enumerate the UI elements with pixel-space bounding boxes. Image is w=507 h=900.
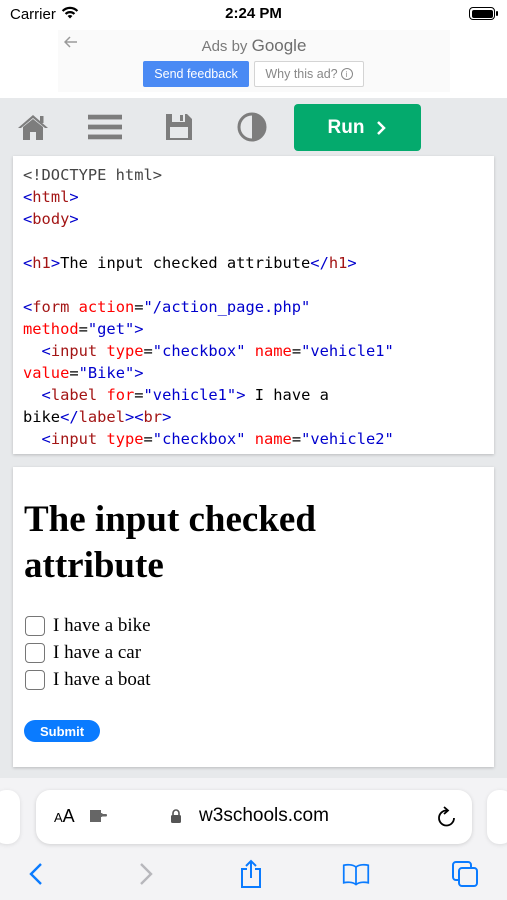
code-line: <input type="checkbox" name="vehicle2"	[41, 430, 394, 448]
code-line: <html>	[23, 188, 79, 206]
code-line: <input type="checkbox" name="vehicle1"	[41, 342, 394, 360]
run-button[interactable]: Run	[294, 104, 421, 151]
checkbox-box[interactable]	[25, 643, 45, 663]
checkbox-box[interactable]	[25, 670, 45, 690]
bookmarks-icon[interactable]	[342, 860, 370, 888]
result-heading: The input checked attribute	[24, 499, 316, 586]
code-line: <h1>The input checked attribute</h1>	[23, 254, 357, 272]
home-icon[interactable]	[16, 110, 50, 144]
save-icon[interactable]	[162, 110, 196, 144]
checkbox-label[interactable]: I have a car	[53, 642, 141, 664]
code-line: <form action="/action_page.php"	[23, 298, 311, 316]
tabs-icon[interactable]	[451, 860, 479, 888]
checkbox-label[interactable]: I have a bike	[53, 615, 151, 637]
url-domain[interactable]: w3schools.com	[36, 805, 472, 827]
checkbox-boat[interactable]: I have a boat	[25, 669, 225, 691]
reload-icon[interactable]	[436, 805, 458, 834]
result-panel: The input checked attribute I have a bik…	[13, 467, 494, 767]
checkbox-box[interactable]	[25, 616, 45, 636]
ad-banner: Ads by Google Send feedback Why this ad?…	[58, 30, 450, 92]
browser-bottom-bar: AA w3schools.com	[0, 778, 507, 900]
google-logo: Google	[251, 36, 307, 55]
why-this-ad-label: Why this ad?	[265, 67, 338, 81]
menu-icon[interactable]	[88, 110, 122, 144]
code-line: <body>	[23, 210, 79, 228]
code-line: <!DOCTYPE html>	[23, 166, 162, 184]
chevron-right-icon	[377, 120, 387, 135]
share-icon[interactable]	[237, 859, 265, 888]
domain-text: w3schools.com	[199, 805, 329, 826]
address-bar[interactable]: AA w3schools.com	[36, 790, 472, 844]
code-editor[interactable]: <!DOCTYPE html> <html> <body> <h1>The inpu…	[13, 156, 494, 454]
contrast-icon[interactable]	[235, 110, 269, 144]
send-feedback-button[interactable]: Send feedback	[143, 61, 249, 87]
why-this-ad-button[interactable]: Why this ad? i	[254, 61, 364, 87]
battery-icon	[469, 7, 498, 20]
checkbox-bike[interactable]: I have a bike	[25, 615, 225, 637]
submit-button[interactable]: Submit	[24, 720, 100, 742]
status-bar: Carrier 2:24 PM	[0, 0, 507, 28]
checkbox-label[interactable]: I have a boat	[53, 669, 151, 691]
code-line: method="get">	[23, 320, 144, 338]
tryit-editor: Run <!DOCTYPE html> <html> <body> <h1>The …	[0, 98, 507, 790]
editor-toolbar: Run	[0, 98, 507, 156]
ads-by-google: Ads by Google	[58, 36, 450, 56]
previous-tab-card[interactable]	[0, 790, 20, 844]
checkbox-car[interactable]: I have a car	[25, 642, 225, 664]
clock: 2:24 PM	[225, 5, 282, 22]
forward-icon[interactable]	[132, 860, 160, 888]
run-label: Run	[327, 116, 365, 138]
info-icon: i	[340, 68, 353, 80]
code-line: <label for="vehicle1"> I have a	[41, 386, 329, 404]
ads-by-label: Ads by	[201, 38, 248, 55]
back-icon[interactable]	[22, 860, 50, 888]
code-line: bike</label><br>	[23, 408, 172, 426]
next-tab-card[interactable]	[487, 790, 507, 844]
code-line: value="Bike">	[23, 364, 144, 382]
